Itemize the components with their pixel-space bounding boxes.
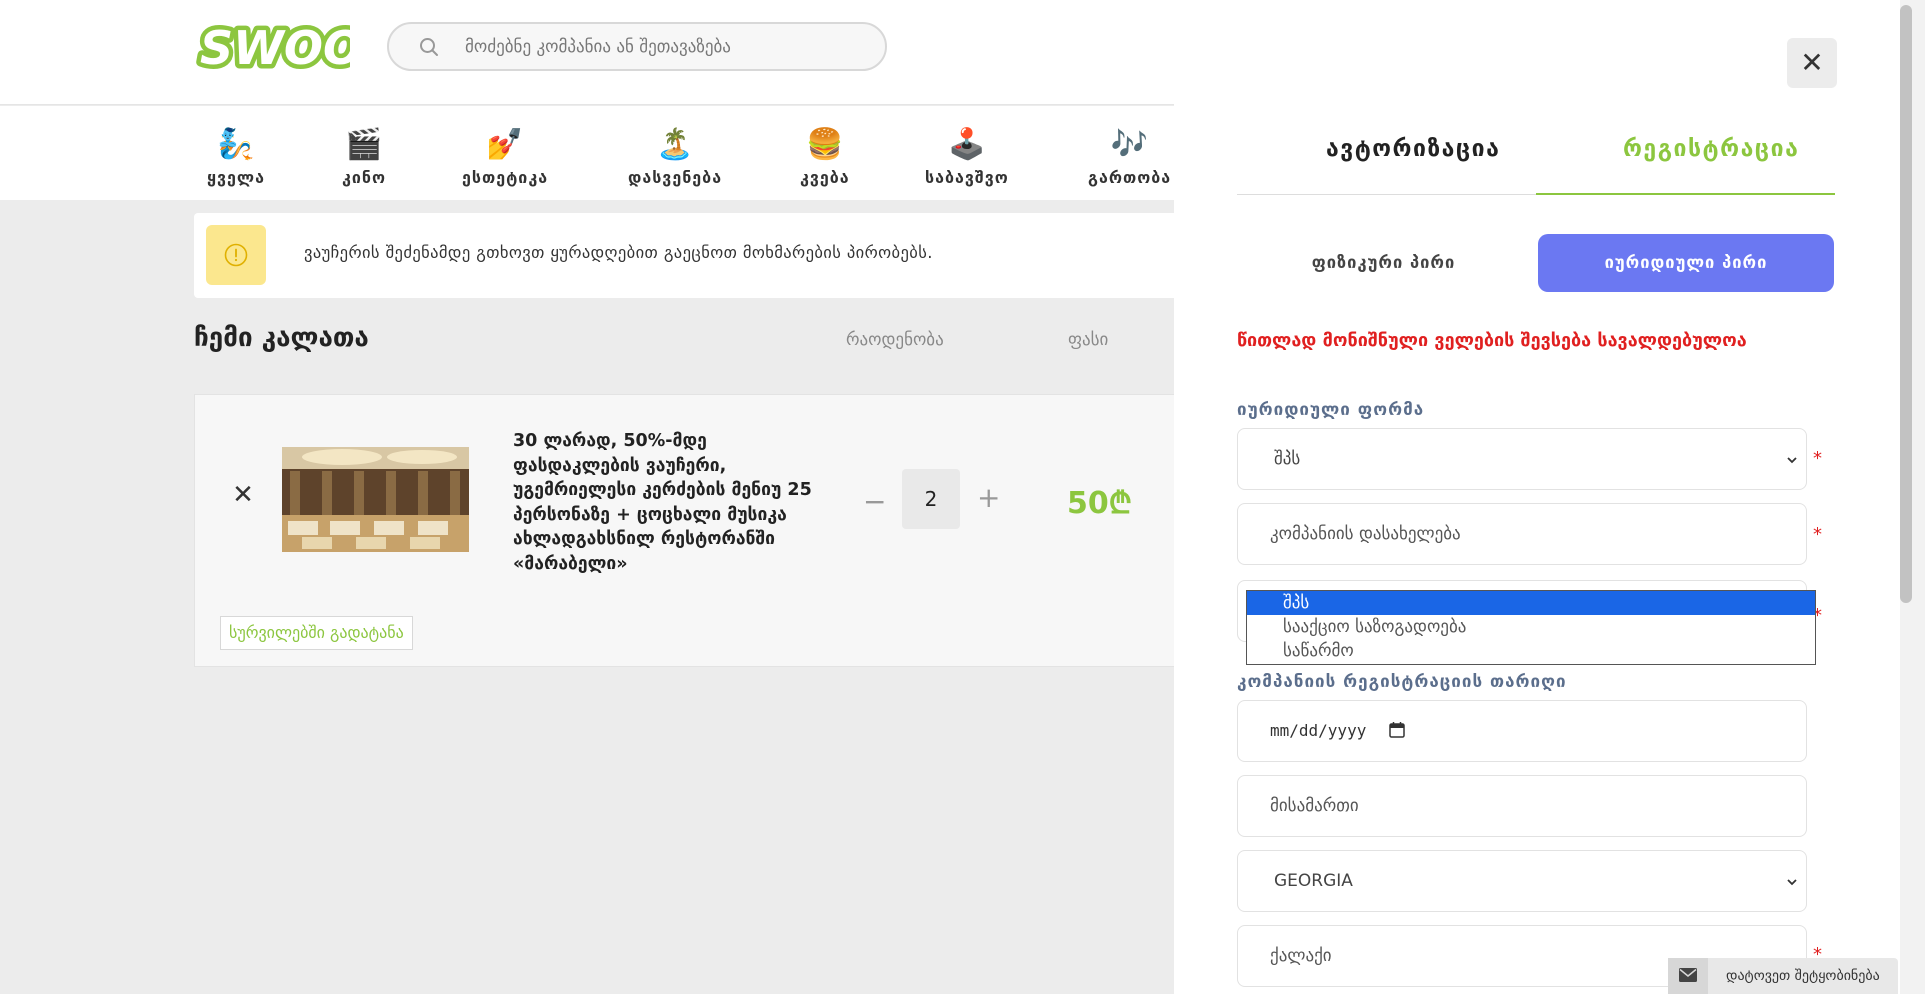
- search-bar[interactable]: [387, 22, 887, 71]
- date-placeholder: mm/dd/yyyy: [1270, 721, 1367, 740]
- calendar-icon[interactable]: [1388, 721, 1406, 739]
- tab-register[interactable]: რეგისტრაცია: [1623, 136, 1799, 162]
- required-marker: *: [1813, 524, 1822, 545]
- legal-form-select[interactable]: შპს: [1237, 428, 1807, 490]
- notice-text: ვაუჩერის შეძენამდე გთხოვთ ყურადღებით გაე…: [304, 243, 933, 262]
- dropdown-option[interactable]: შპს: [1247, 591, 1815, 615]
- category-label: კვება: [800, 168, 850, 187]
- legal-form-label: იურიდიული ფორმა: [1237, 400, 1425, 420]
- cart-item: ✕ 30 ლარად, 50%-მდე ფასდაკლების ვაუჩერი,…: [194, 394, 1194, 667]
- legal-entity-toggle[interactable]: იურიდიული პირი: [1538, 234, 1834, 292]
- envelope-icon: [1679, 968, 1697, 982]
- category-entertainment[interactable]: 🎶 გართობა: [1088, 126, 1171, 187]
- decrease-quantity-button[interactable]: −: [863, 485, 886, 518]
- category-label: ესთეტიკა: [462, 168, 549, 187]
- individual-person-toggle[interactable]: ფიზიკური პირი: [1237, 234, 1530, 292]
- category-all[interactable]: 🧞 ყველა: [207, 126, 265, 187]
- category-label: ყველა: [207, 168, 265, 187]
- item-price: 50₾: [1067, 486, 1132, 521]
- increase-quantity-button[interactable]: +: [977, 481, 1000, 514]
- island-icon: 🏝️: [656, 127, 694, 162]
- auth-panel: ✕ ავტორიზაცია რეგისტრაცია ფიზიკური პირი …: [1174, 0, 1925, 994]
- category-beauty[interactable]: 💅 ესთეტიკა: [462, 126, 548, 187]
- active-tab-indicator: [1536, 193, 1835, 195]
- scrollbar-thumb[interactable]: [1900, 5, 1912, 603]
- remove-item-button[interactable]: ✕: [228, 480, 258, 510]
- quantity-value[interactable]: 2: [902, 469, 960, 529]
- category-vacation[interactable]: 🏝️ დასვენება: [628, 126, 722, 187]
- move-to-wishlist-button[interactable]: სურვილებში გადატანა: [220, 616, 413, 650]
- company-name-field[interactable]: [1237, 503, 1807, 565]
- nail-polish-icon: 💅: [486, 127, 524, 162]
- genie-icon: 🧞: [217, 127, 255, 162]
- required-fields-note: წითლად მონიშნული ველების შევსება სავალდე…: [1237, 330, 1747, 351]
- category-kids[interactable]: 🕹️ საბავშვო: [925, 126, 1009, 187]
- product-image[interactable]: [282, 447, 469, 552]
- warning-icon: [224, 243, 248, 267]
- category-label: დასვენება: [628, 168, 723, 187]
- leave-message-label: დატოვეთ შეტყობინება: [1726, 968, 1880, 984]
- column-price-header: ფასი: [1068, 330, 1109, 350]
- logo-text-fill: SWOOP: [200, 21, 350, 74]
- legal-form-dropdown[interactable]: შპს სააქციო საზოგადოება საწარმო: [1246, 590, 1816, 665]
- search-input[interactable]: [465, 24, 865, 69]
- notice-icon-box: [206, 225, 266, 285]
- joystick-icon: 🕹️: [948, 127, 986, 162]
- category-label: კინო: [342, 168, 387, 187]
- tab-login[interactable]: ავტორიზაცია: [1326, 136, 1500, 162]
- cart-title: ჩემი კალათა: [194, 323, 369, 353]
- clapperboard-icon: 🎬: [345, 127, 383, 162]
- dropdown-option[interactable]: საწარმო: [1247, 639, 1815, 663]
- country-select[interactable]: GEORGIA: [1237, 850, 1807, 912]
- music-notes-icon: 🎶: [1110, 127, 1149, 162]
- search-icon: [420, 38, 438, 56]
- mail-icon-box: [1668, 958, 1708, 994]
- category-label: გართობა: [1088, 168, 1172, 187]
- product-title[interactable]: 30 ლარად, 50%-მდე ფასდაკლების ვაუჩერი, უ…: [513, 429, 823, 576]
- category-food[interactable]: 🍔 კვება: [800, 126, 850, 187]
- category-label: საბავშვო: [925, 168, 1009, 187]
- address-field[interactable]: [1237, 775, 1807, 837]
- voucher-notice: ვაუჩერის შეძენამდე გთხოვთ ყურადღებით გაე…: [194, 213, 1194, 298]
- close-panel-button[interactable]: ✕: [1787, 38, 1837, 88]
- swoop-logo[interactable]: SWOOP SWOOP: [196, 18, 350, 74]
- required-marker: *: [1813, 448, 1822, 469]
- registration-date-label: კომპანიის რეგისტრაციის თარიღი: [1237, 672, 1567, 692]
- burger-icon: 🍔: [806, 127, 844, 162]
- leave-message-button[interactable]: დატოვეთ შეტყობინება: [1668, 958, 1898, 994]
- category-cinema[interactable]: 🎬 კინო: [342, 126, 386, 187]
- registration-date-field[interactable]: mm/dd/yyyy: [1237, 700, 1807, 762]
- column-quantity-header: რაოდენობა: [846, 330, 944, 350]
- dropdown-option[interactable]: სააქციო საზოგადოება: [1247, 615, 1815, 639]
